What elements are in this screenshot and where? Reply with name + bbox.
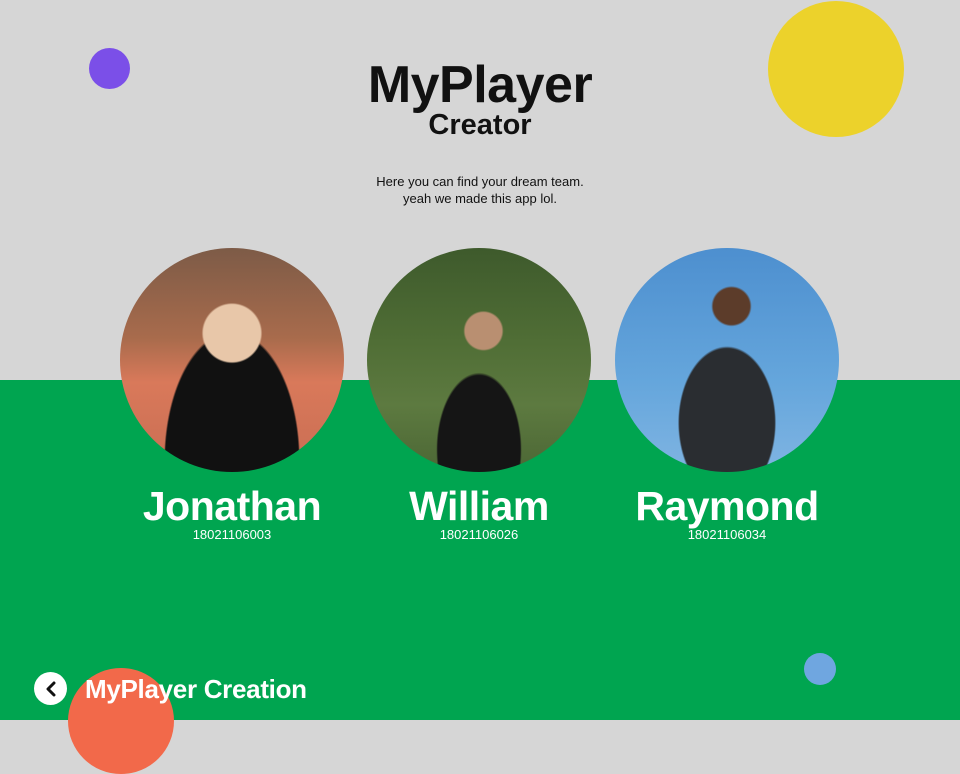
team-member-card: Jonathan 18021106003 <box>120 248 344 542</box>
member-photo <box>367 248 591 472</box>
back-button[interactable] <box>34 672 67 705</box>
page-header: MyPlayer Creator <box>0 56 960 140</box>
page-subtitle: Creator <box>428 109 532 141</box>
member-id: 18021106034 <box>687 527 767 542</box>
team-member-card: William 18021106026 <box>367 248 591 542</box>
tagline: Here you can find your dream team. yeah … <box>0 173 960 207</box>
member-name: Raymond <box>635 483 819 529</box>
footer-title: MyPlayer Creation <box>85 674 307 704</box>
chevron-left-icon <box>44 681 58 697</box>
tagline-line-2: yeah we made this app lol. <box>403 191 557 206</box>
tagline-line-1: Here you can find your dream team. <box>376 174 584 189</box>
member-name: Jonathan <box>142 483 322 529</box>
member-photo <box>120 248 344 472</box>
blue-circle-decoration <box>804 653 836 685</box>
page-title: MyPlayer <box>367 56 593 114</box>
team-member-card: Raymond 18021106034 <box>615 248 839 542</box>
member-id: 18021106003 <box>192 527 272 542</box>
member-photo <box>615 248 839 472</box>
member-id: 18021106026 <box>439 527 519 542</box>
member-name: William <box>409 483 549 529</box>
